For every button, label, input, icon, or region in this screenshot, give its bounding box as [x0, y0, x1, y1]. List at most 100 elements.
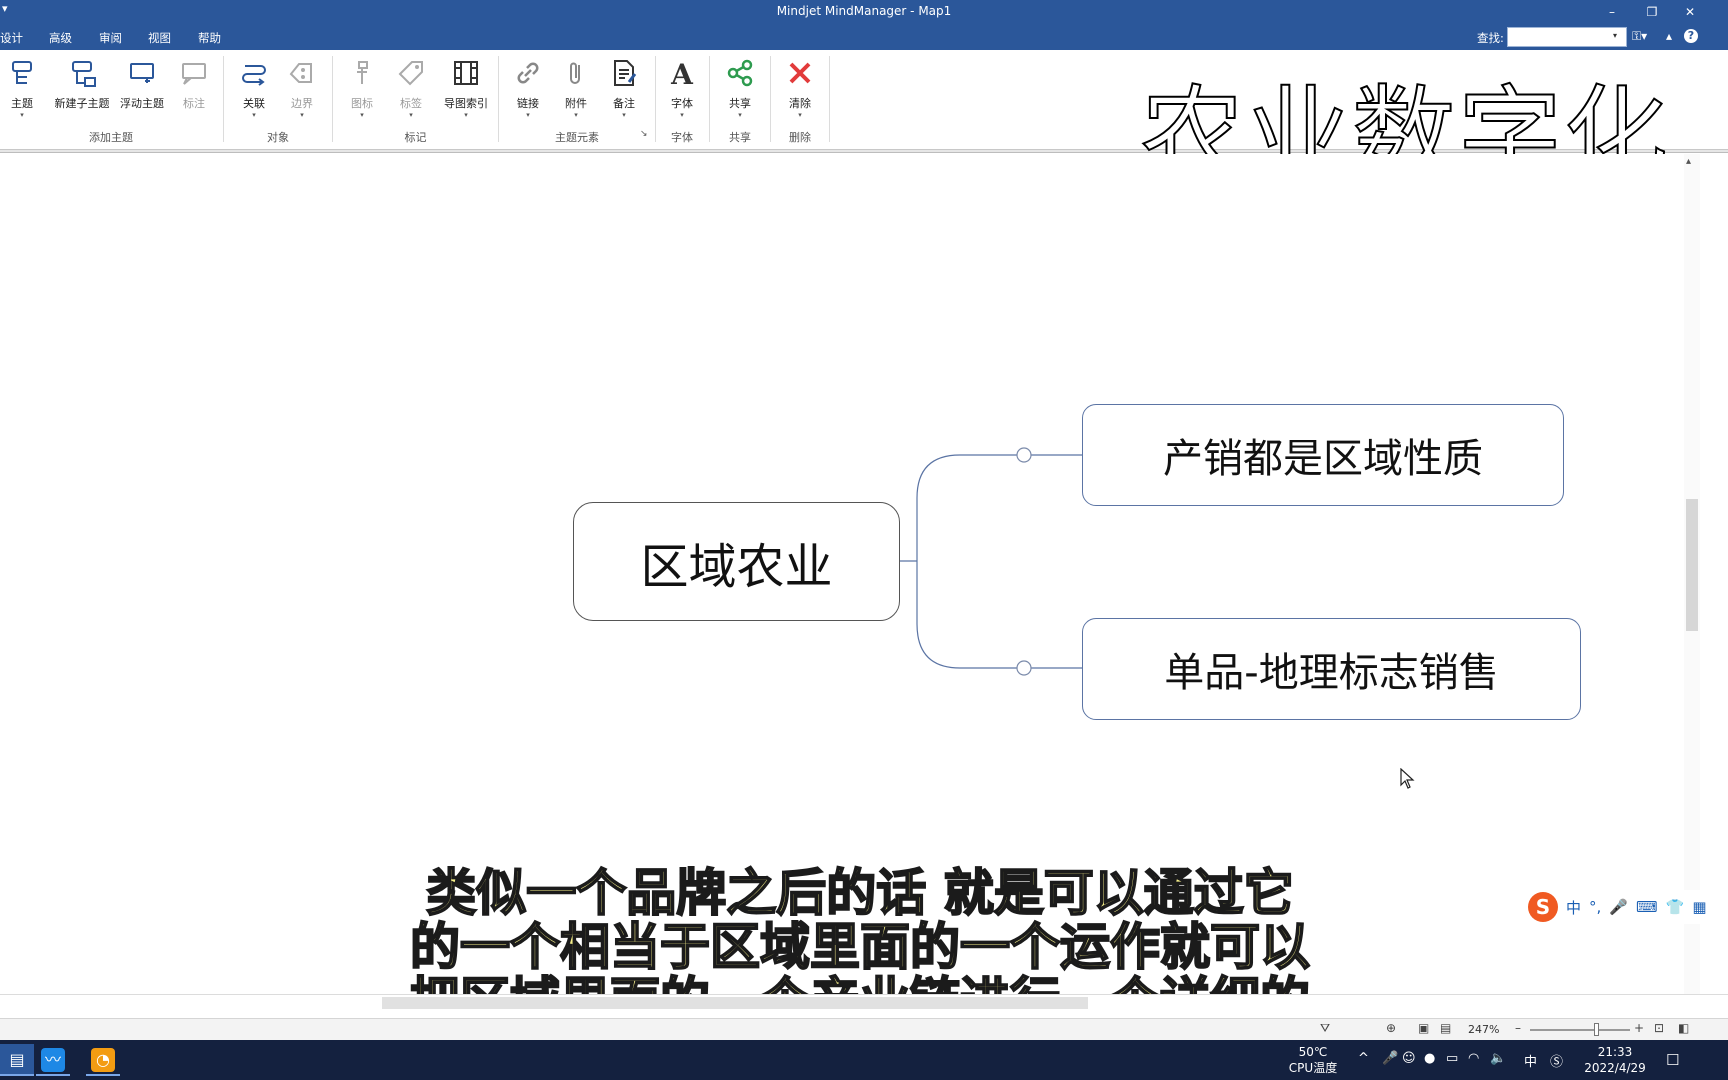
subtopic-2[interactable]: 单品-地理标志销售: [1082, 618, 1581, 720]
menu-bar: 设计 高级 审阅 视图 帮助 查找: ▾ ⚿▾ ▴ ?: [0, 24, 1728, 50]
attachment-button[interactable]: 附件 ▾: [558, 56, 594, 119]
topic-label: 主题: [11, 97, 33, 110]
sogou-taskbar-icon[interactable]: ◔: [86, 1044, 120, 1076]
zoom-slider[interactable]: [1530, 1029, 1630, 1031]
boundary-icon: [289, 63, 312, 83]
map-view-icon[interactable]: ▣: [1418, 1021, 1429, 1035]
tray-chevron-icon[interactable]: ^: [1358, 1051, 1369, 1066]
chevron-down-icon: ▾: [252, 111, 256, 119]
group-objects-label: 对象: [267, 131, 289, 144]
tray-microphone-icon[interactable]: 🎤: [1382, 1051, 1398, 1066]
tags-label: 标签: [400, 97, 422, 110]
share-label: 共享: [729, 97, 751, 110]
apps-grid-icon[interactable]: ▦: [1692, 898, 1706, 916]
battery-icon[interactable]: ▭: [1446, 1051, 1458, 1066]
boundary-button[interactable]: 边界 ▾: [284, 56, 320, 119]
boundary-label: 边界: [291, 97, 313, 110]
paperclip-icon: [570, 62, 580, 84]
ime-mode-toggle[interactable]: 中: [1566, 897, 1581, 918]
zoom-out-button[interactable]: –: [1515, 1021, 1521, 1035]
horizontal-scrollbar[interactable]: [0, 994, 1728, 1018]
notes-button[interactable]: 备注 ▾: [606, 56, 642, 119]
icons-button[interactable]: 图标 ▾: [344, 56, 380, 119]
filter-icon[interactable]: ⛛: [1320, 1021, 1330, 1036]
attachment-label: 附件: [565, 97, 587, 110]
punctuation-icon[interactable]: °,: [1589, 898, 1601, 916]
tags-button[interactable]: 标签 ▾: [393, 56, 429, 119]
relationship-button[interactable]: 关联 ▾: [236, 56, 272, 119]
volume-icon[interactable]: 🔈: [1490, 1051, 1506, 1066]
callout-icon: [182, 63, 206, 85]
sogou-logo-icon[interactable]: S: [1528, 892, 1558, 922]
tag-icon: [398, 61, 423, 86]
menu-view[interactable]: 视图: [148, 30, 171, 46]
find-input[interactable]: [1507, 27, 1627, 47]
h-scroll-thumb[interactable]: [382, 997, 1088, 1009]
floating-topic-button[interactable]: 浮动主题: [118, 56, 166, 111]
tray-sogou-icon[interactable]: Ⓢ: [1550, 1051, 1563, 1070]
close-button[interactable]: ✕: [1672, 2, 1708, 22]
scroll-thumb[interactable]: [1686, 499, 1698, 631]
menu-advanced[interactable]: 高级: [49, 30, 72, 46]
menu-help[interactable]: 帮助: [198, 30, 221, 46]
outline-view-icon[interactable]: ▤: [1440, 1021, 1451, 1035]
mindmanager-taskbar-icon[interactable]: ▤: [0, 1044, 34, 1076]
skin-icon[interactable]: 👕: [1666, 898, 1685, 916]
fit-map-icon[interactable]: ⊡: [1654, 1021, 1664, 1035]
ribbon-collapse-icon[interactable]: ▴: [1666, 29, 1672, 43]
find-binoculars-icon[interactable]: ⚿▾: [1632, 29, 1647, 44]
app-taskbar-icon[interactable]: 〰: [36, 1044, 70, 1076]
chevron-down-icon: ▾: [738, 111, 742, 119]
clear-button[interactable]: 清除 ▾: [782, 56, 818, 119]
new-subtopic-label: 新建子主题: [54, 97, 110, 110]
map-index-button[interactable]: 导图索引 ▾: [442, 56, 490, 119]
share-button[interactable]: 共享 ▾: [722, 56, 758, 119]
scroll-up-icon[interactable]: ▴: [1686, 156, 1691, 167]
map-index-icon: [454, 61, 478, 85]
topic-button[interactable]: 主题 ▾: [4, 56, 40, 119]
subtopic-1[interactable]: 产销都是区域性质: [1082, 404, 1564, 506]
panel-toggle-icon[interactable]: ◧: [1678, 1021, 1689, 1035]
focus-icon[interactable]: ⊕: [1386, 1021, 1396, 1035]
chevron-down-icon: ▾: [20, 111, 24, 119]
relationship-icon: [242, 65, 266, 86]
ime-toolbar: S 中 °, 🎤 ⌨ 👕 ▦: [1526, 890, 1710, 924]
restore-button[interactable]: ❐: [1634, 2, 1670, 22]
notification-icon[interactable]: ☐: [1666, 1051, 1679, 1069]
subtitle-line-1: 类似一个品牌之后的话 就是可以通过它: [425, 864, 1294, 922]
menu-review[interactable]: 审阅: [99, 30, 122, 46]
new-subtopic-button[interactable]: 新建子主题: [52, 56, 112, 111]
network-icon[interactable]: ◠: [1468, 1051, 1479, 1066]
cpu-temp-value: 50℃: [1298, 1045, 1328, 1059]
font-button[interactable]: A 字体 ▾: [664, 56, 700, 119]
central-topic[interactable]: 区域农业: [573, 502, 900, 621]
mouse-cursor-icon: [1400, 768, 1415, 789]
tray-ime-mode[interactable]: 中: [1524, 1051, 1537, 1070]
clear-label: 清除: [789, 97, 811, 110]
menu-design[interactable]: 设计: [0, 30, 23, 46]
zoom-slider-thumb[interactable]: [1594, 1023, 1599, 1036]
windows-taskbar: ▤ 〰 ◔ 50℃ CPU温度 ^ 🎤 ☺ ● ▭ ◠ 🔈 中 Ⓢ 21:33 …: [0, 1040, 1728, 1080]
chevron-down-icon: ▾: [360, 111, 364, 119]
font-label: 字体: [671, 97, 693, 110]
microphone-icon[interactable]: 🎤: [1609, 898, 1628, 916]
tray-user-icon[interactable]: ☺: [1402, 1051, 1416, 1066]
find-dropdown-icon[interactable]: ▾: [1613, 31, 1617, 40]
zoom-in-button[interactable]: +: [1634, 1021, 1644, 1035]
group-font-label: 字体: [671, 131, 693, 144]
group-markers-label: 标记: [404, 131, 427, 144]
vertical-scrollbar[interactable]: ▴: [1684, 154, 1700, 994]
chevron-down-icon: ▾: [574, 111, 578, 119]
delete-x-icon: [789, 62, 811, 84]
tray-app-icon[interactable]: ●: [1424, 1051, 1435, 1066]
help-icon[interactable]: ?: [1684, 29, 1698, 43]
keyboard-icon[interactable]: ⌨: [1636, 898, 1658, 916]
link-icon: [517, 62, 539, 84]
callout-button[interactable]: 标注: [176, 56, 212, 111]
dialog-launcher-icon[interactable]: ↘: [640, 129, 648, 139]
hyperlink-button[interactable]: 链接 ▾: [510, 56, 546, 119]
minimize-button[interactable]: –: [1594, 2, 1630, 22]
font-icon: A: [670, 58, 694, 91]
clock[interactable]: 21:33 2022/4/29: [1578, 1044, 1652, 1076]
callout-label: 标注: [183, 97, 205, 110]
